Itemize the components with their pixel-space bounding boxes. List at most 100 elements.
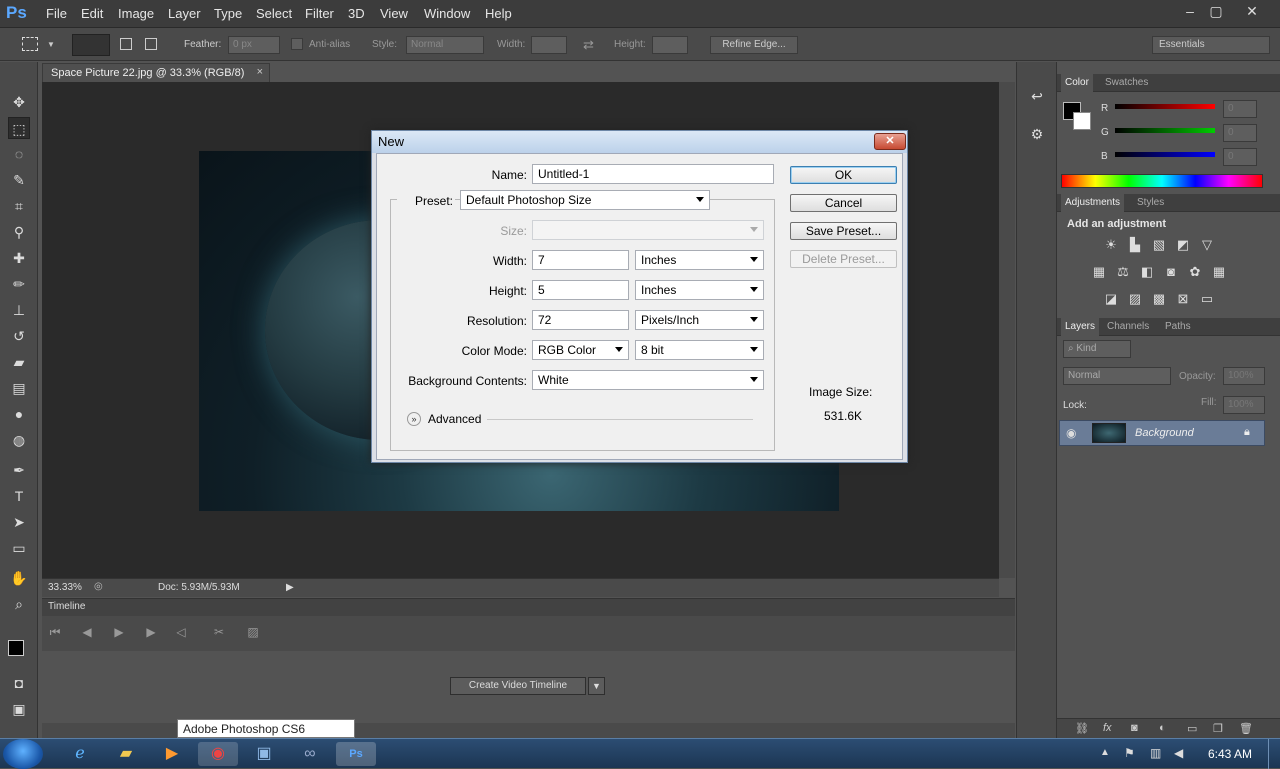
photoshop-portable-icon[interactable]: ▣ [244,742,284,766]
pen-tool-icon[interactable]: ✒ [8,459,30,481]
opacity-input[interactable]: 100% [1223,367,1265,385]
resolution-field[interactable]: 72 [532,310,629,330]
eyedropper-tool-icon[interactable]: ⚲ [8,221,30,243]
width-field[interactable]: 7 [532,250,629,270]
chevron-down-icon[interactable]: ▼ [47,40,55,49]
menu-image[interactable]: Image [118,6,154,21]
color-balance-icon[interactable]: ⚖ [1115,265,1131,279]
brush-tool-icon[interactable]: ✏ [8,273,30,295]
gradient-map-icon[interactable]: ▭ [1199,292,1215,306]
antialias-checkbox[interactable] [291,38,303,50]
app-icon[interactable]: ∞ [290,742,330,766]
save-preset-button[interactable]: Save Preset... [790,222,897,240]
menu-window[interactable]: Window [424,6,470,21]
menu-3d[interactable]: 3D [348,6,365,21]
intersect-selection-icon[interactable] [145,38,157,50]
ok-button[interactable]: OK [790,166,897,184]
vertical-scrollbar[interactable] [999,82,1015,578]
properties-panel-icon[interactable]: ⚙ [1027,126,1047,146]
width-input[interactable] [531,36,567,54]
selective-color-icon[interactable]: ⊠ [1175,292,1191,306]
fx-icon[interactable]: fx [1103,722,1112,734]
restore-button[interactable]: ▢ [1204,2,1228,20]
menu-file[interactable]: File [46,6,67,21]
zoom-level[interactable]: 33.33% [48,582,82,593]
close-tab-icon[interactable]: × [257,66,263,78]
size-select[interactable] [532,220,764,240]
background-contents-select[interactable]: White [532,370,764,390]
blend-mode-select[interactable]: Normal [1063,367,1171,385]
color-mode-select[interactable]: RGB Color [532,340,629,360]
shape-tool-icon[interactable]: ▭ [8,537,30,559]
quick-mask-icon[interactable]: ◘ [8,672,30,694]
marquee-tool-icon[interactable]: ⬚ [8,117,30,139]
style-select[interactable]: Normal [406,36,484,54]
link-layers-icon[interactable]: ⛓ [1075,722,1089,735]
chevron-down-icon[interactable]: ▼ [588,677,605,695]
tray-expand-icon[interactable]: ▲ [1100,747,1110,758]
dodge-tool-icon[interactable]: ◍ [8,429,30,451]
new-layer-icon[interactable]: ❐ [1213,722,1223,735]
refine-edge-button[interactable]: Refine Edge... [710,36,798,54]
status-menu-icon[interactable]: ◎ [94,581,103,592]
arrow-right-icon[interactable]: ▶ [286,582,294,593]
vibrance-icon[interactable]: ▽ [1199,238,1215,252]
network-icon[interactable]: ▥ [1150,746,1161,760]
blue-slider[interactable] [1115,152,1215,157]
history-brush-tool-icon[interactable]: ↺ [8,325,30,347]
screen-mode-icon[interactable]: ▣ [8,698,30,720]
panel-background-swatch[interactable] [1073,112,1091,130]
levels-icon[interactable]: ▙ [1127,238,1143,252]
color-lookup-icon[interactable]: ▦ [1211,265,1227,279]
eraser-tool-icon[interactable]: ▰ [8,351,30,373]
name-field[interactable]: Untitled-1 [532,164,774,184]
menu-help[interactable]: Help [485,6,512,21]
photo-filter-icon[interactable]: ◙ [1163,265,1179,279]
clock[interactable]: 6:43 AM [1208,747,1252,761]
brightness-icon[interactable]: ☀ [1103,238,1119,252]
rect-marquee-icon[interactable] [22,37,38,51]
healing-brush-tool-icon[interactable]: ✚ [8,247,30,269]
next-frame-icon[interactable]: ▶ [142,625,160,643]
gradient-tool-icon[interactable]: ▤ [8,377,30,399]
start-button[interactable] [3,739,43,769]
go-first-icon[interactable]: ⏮ [46,625,64,643]
path-select-tool-icon[interactable]: ➤ [8,511,30,533]
action-center-icon[interactable]: ⚑ [1124,746,1135,760]
feather-input[interactable]: 0 px [228,36,280,54]
menu-filter[interactable]: Filter [305,6,334,21]
exposure-icon[interactable]: ◩ [1175,238,1191,252]
advanced-label[interactable]: Advanced [428,412,481,426]
eye-icon[interactable]: ◉ [1066,426,1076,440]
menu-type[interactable]: Type [214,6,242,21]
previous-frame-icon[interactable]: ◀ [78,625,96,643]
volume-icon[interactable]: ◀ [1174,746,1183,760]
chrome-icon[interactable]: ◉ [198,742,238,766]
tab-paths[interactable]: Paths [1165,321,1191,332]
clone-stamp-tool-icon[interactable]: ⊥ [8,299,30,321]
layer-row-background[interactable]: ◉ Background 🔒︎ [1059,420,1265,446]
cancel-button[interactable]: Cancel [790,194,897,212]
fill-input[interactable]: 100% [1223,396,1265,414]
layer-name[interactable]: Background [1135,427,1194,439]
tab-styles[interactable]: Styles [1137,197,1164,208]
show-desktop-button[interactable] [1268,739,1280,769]
threshold-icon[interactable]: ▩ [1151,292,1167,306]
transition-icon[interactable]: ▨ [244,625,262,643]
menu-layer[interactable]: Layer [168,6,201,21]
tab-color[interactable]: Color [1061,74,1093,92]
move-tool-icon[interactable]: ✥ [8,91,30,113]
document-tab[interactable]: Space Picture 22.jpg @ 33.3% (RGB/8) × [42,63,270,82]
hand-tool-icon[interactable]: ✋ [8,567,30,589]
height-input[interactable] [652,36,688,54]
width-unit-select[interactable]: Inches [635,250,764,270]
posterize-icon[interactable]: ▨ [1127,292,1143,306]
new-group-icon[interactable]: ▭ [1187,722,1197,735]
bit-depth-select[interactable]: 8 bit [635,340,764,360]
add-selection-icon[interactable] [120,38,132,50]
zoom-tool-icon[interactable]: ⌕ [8,593,30,615]
blur-tool-icon[interactable]: ● [8,403,30,425]
crop-tool-icon[interactable]: ⌗ [8,195,30,217]
dialog-close-button[interactable]: ✕ [874,133,906,150]
kind-filter[interactable]: ⌕ Kind [1063,340,1131,358]
